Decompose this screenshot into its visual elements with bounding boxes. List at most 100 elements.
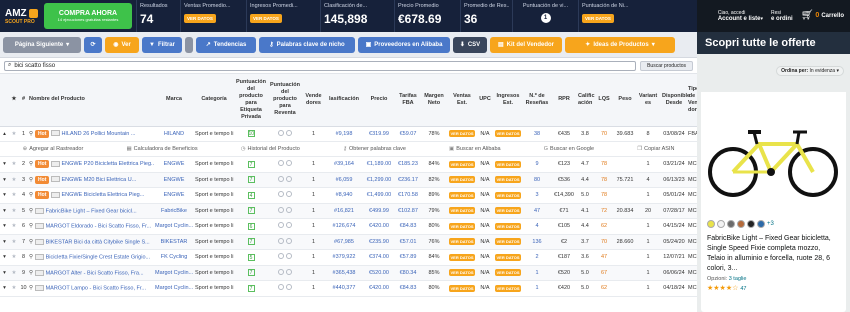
col-fba-fees[interactable]: Tarifas FBA [395, 74, 421, 127]
row-action-0[interactable]: ⊕ Agregar al Rastreador [23, 146, 84, 152]
reviews-cell[interactable]: 2 [523, 249, 551, 266]
niche-keywords-button[interactable]: ⚷ Palabras clave de nicho [259, 36, 355, 53]
price-cell[interactable]: €319.99 [363, 126, 395, 142]
see-data-badge[interactable]: VER DATOS [448, 269, 476, 277]
stat-niche-score[interactable]: Puntuación de Ni... VER DATOS [578, 0, 697, 32]
table-row[interactable]: ▾ ★ 2 ⚲ Hot ENGWE P20 Bicicletta Elettrica P… [0, 156, 697, 173]
col-upc[interactable]: UPC [477, 74, 493, 127]
col-est-sales[interactable]: Ventas Est. [447, 74, 477, 127]
col-rating[interactable]: Calific ación [577, 74, 595, 127]
price-cell[interactable]: €420.00 [363, 280, 395, 297]
price-cell[interactable]: €499.99 [363, 203, 395, 219]
col-price[interactable]: Precio [363, 74, 395, 127]
table-row[interactable]: ▾ ★ 8 ⚲ Bicicletta Fixie/Single Crest Estat… [0, 249, 697, 266]
product-name-cell[interactable]: ⚲ Hot ENGWE Bicicletta Elettrica Pieg... [28, 187, 154, 204]
expand-arrow-icon[interactable]: ▾ [3, 285, 6, 291]
see-data-badge[interactable]: VER DATOS [494, 191, 522, 199]
price-cell[interactable]: €235.90 [363, 234, 395, 250]
rank-cell[interactable]: #16,821 [325, 203, 363, 219]
brand-cell[interactable]: FK Cycling [154, 249, 194, 266]
stat-avg-revenue[interactable]: Ingresos Promedi... VER DATOS [246, 0, 320, 32]
see-data-badge[interactable]: VER DATOS [448, 238, 476, 246]
fba-fees-cell[interactable]: €57.89 [395, 249, 421, 266]
stat-avg-reviews[interactable]: Promedio de Res... 36 [460, 0, 512, 32]
table-row[interactable]: ▾ ★ 4 ⚲ Hot ENGWE Bicicletta Elettrica Pieg.… [0, 187, 697, 204]
swatch-black[interactable] [747, 220, 755, 228]
table-row[interactable]: ▾ ★ 3 ⚲ Hot ENGWE M20 Bici Elettrica U... ENG… [0, 172, 697, 188]
swatch-brown[interactable] [737, 220, 745, 228]
see-data-badge[interactable]: VER DATOS [448, 191, 476, 199]
expand-cell[interactable]: ▴ [0, 126, 9, 142]
col-weight[interactable]: Peso [615, 74, 635, 127]
product-name-cell[interactable]: ⚲ MARGOT Eldorado - Bici Scatto Fisso, F… [28, 218, 154, 235]
brand-cell[interactable]: Margot Cyclin... [154, 218, 194, 235]
fba-fees-cell[interactable]: €84.83 [395, 280, 421, 297]
product-name[interactable]: FabricBike Light – Fixed Gear bicicl... [46, 208, 137, 214]
info-icon[interactable] [278, 237, 285, 244]
cart-button[interactable]: 🛒︎ 0 Carrello [801, 11, 844, 21]
help-icon[interactable] [285, 191, 292, 198]
fba-fees-cell[interactable]: €236.17 [395, 172, 421, 188]
row-action-4[interactable]: ▣ Buscar en Alibaba [449, 146, 501, 152]
deals-banner[interactable]: Scopri tutte le offerte [697, 32, 850, 54]
product-name-cell[interactable]: ⚲ Hot ENGWE P20 Bicicletta Elettrica Pieg… [28, 156, 154, 173]
reviews-cell[interactable]: 4 [523, 218, 551, 235]
info-icon[interactable] [278, 222, 285, 229]
table-row[interactable]: ▾ ★ 6 ⚲ MARGOT Eldorado - Bici Scatto Fisso… [0, 218, 697, 235]
product-name[interactable]: ENGWE M20 Bici Elettrica U... [61, 177, 136, 183]
star-cell[interactable]: ★ [9, 156, 19, 173]
info-icon[interactable] [278, 191, 285, 198]
col-brand[interactable]: Marca [154, 74, 194, 127]
see-data-badge[interactable]: VER DATOS [448, 176, 476, 184]
info-icon[interactable] [278, 284, 285, 291]
rating-stars[interactable]: ★★★★☆ 47 [701, 284, 846, 292]
product-name[interactable]: ENGWE P20 Bicicletta Elettrica Pieg... [61, 161, 154, 167]
see-button[interactable]: ◉ Ver [105, 36, 139, 53]
reviews-cell[interactable]: 38 [523, 126, 551, 142]
next-page-button[interactable]: Página Siguiente ▾ [3, 36, 81, 53]
reviews-cell[interactable]: 9 [523, 156, 551, 173]
brand-cell[interactable]: FabricBike [154, 203, 194, 219]
product-name-cell[interactable]: ⚲ Hot HILAND 26 Pollici Mountain ... [28, 126, 154, 142]
product-name-cell[interactable]: ⚲ Hot ENGWE M20 Bici Elettrica U... [28, 172, 154, 188]
sort-dropdown[interactable]: Ordina per: In evidenza ▾ [776, 66, 844, 76]
account-menu[interactable]: Ciao, accedi Account e liste▾ [718, 10, 763, 22]
rank-cell[interactable]: #440,377 [325, 280, 363, 297]
star-cell[interactable]: ★ [9, 265, 19, 281]
product-name-cell[interactable]: ⚲ MARGOT Lampo - Bici Scatto Fisso, Fr..… [28, 280, 154, 297]
orders-link[interactable]: Resi e ordini [771, 10, 793, 22]
brand-cell[interactable]: ENGWE [154, 187, 194, 204]
csv-export-button[interactable]: ⬇ CSV [453, 36, 487, 53]
filter-button[interactable]: ▼ Filtrar [142, 36, 182, 53]
help-icon[interactable] [285, 160, 292, 167]
fba-fees-cell[interactable]: €185.23 [395, 156, 421, 173]
star-icon[interactable]: ★ [12, 254, 17, 260]
info-icon[interactable] [278, 268, 285, 275]
col-rpr[interactable]: RPR [551, 74, 577, 127]
product-name[interactable]: BIKESTAR Bici da città Citybike Single S… [46, 239, 150, 245]
see-data-badge[interactable]: VER DATOS [448, 207, 476, 215]
star-cell[interactable]: ★ [9, 126, 19, 142]
reviews-cell[interactable]: 136 [523, 234, 551, 250]
price-cell[interactable]: €1,299.00 [363, 172, 395, 188]
see-data-badge[interactable]: VER DATOS [494, 238, 522, 246]
col-available-since[interactable]: Disponible Desde [661, 74, 690, 127]
expand-cell[interactable]: ▾ [0, 156, 9, 173]
expand-arrow-icon[interactable]: ▾ [3, 239, 6, 245]
trends-button[interactable]: ↗ Tendencias [196, 36, 256, 53]
star-icon[interactable]: ★ [12, 192, 17, 198]
col-est-revenue[interactable]: Ingresos Est. [493, 74, 523, 127]
expand-arrow-icon[interactable]: ▾ [3, 192, 6, 198]
help-icon[interactable] [285, 175, 292, 182]
product-name[interactable]: MARGOT Eldorado - Bici Scatto Fisso, Fr.… [46, 223, 152, 229]
expand-cell[interactable]: ▾ [0, 187, 9, 204]
help-icon[interactable] [285, 268, 292, 275]
price-cell[interactable]: €1,499.00 [363, 187, 395, 204]
rank-cell[interactable]: #379,922 [325, 249, 363, 266]
help-icon[interactable] [285, 253, 292, 260]
alibaba-suppliers-button[interactable]: ▣ Proveedores en Alibaba [358, 36, 450, 53]
reviews-cell[interactable]: 1 [523, 265, 551, 281]
stat-sales-score[interactable]: Puntuación de vi... 1 [512, 0, 578, 32]
stat-avg-sales[interactable]: Ventas Promedio... VER DATOS [180, 0, 246, 32]
stat-rank[interactable]: Clasificación de... 145,898 [320, 0, 394, 32]
